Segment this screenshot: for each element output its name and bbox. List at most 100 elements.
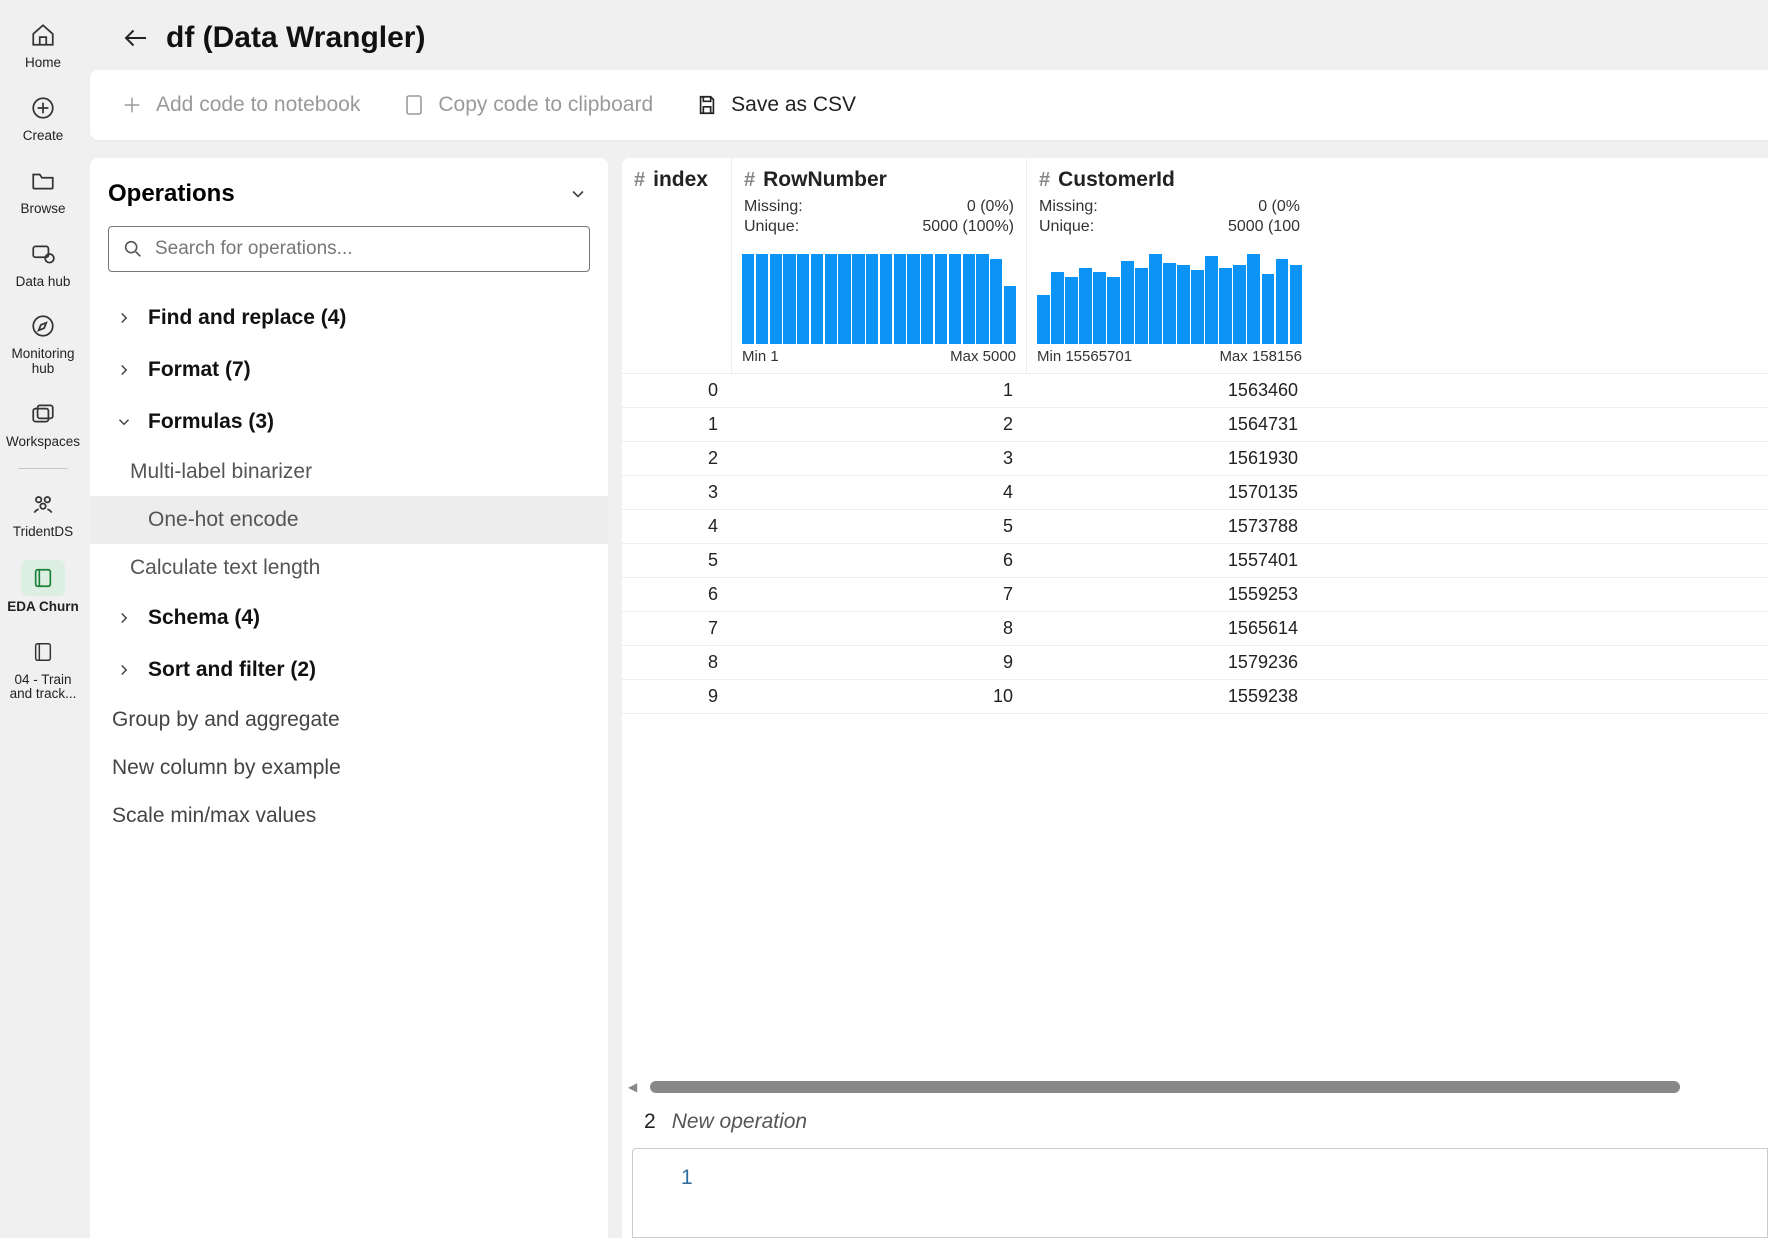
- nav-home[interactable]: Home: [4, 10, 82, 83]
- page-header: df (Data Wrangler): [86, 18, 1768, 70]
- scroll-left-icon[interactable]: ◀: [628, 1080, 642, 1094]
- table-row[interactable]: 561557401: [622, 544, 1768, 578]
- table-row[interactable]: 231561930: [622, 442, 1768, 476]
- table-row[interactable]: 671559253: [622, 578, 1768, 612]
- histogram-bar: [742, 254, 754, 344]
- hash-icon: #: [1039, 169, 1050, 192]
- rail-separator: [18, 468, 68, 469]
- histogram-bar: [811, 254, 823, 344]
- chevron-right-icon: [112, 358, 136, 382]
- people-icon: [4, 487, 82, 521]
- folder-icon: [4, 164, 82, 198]
- left-nav-rail: Home Create Browse Data hub Monitoring h…: [0, 0, 86, 1238]
- histogram-bar: [825, 254, 837, 344]
- chevron-down-icon[interactable]: [566, 182, 590, 206]
- nav-recent-train[interactable]: 04 - Train and track...: [4, 627, 82, 715]
- operations-search-input[interactable]: [108, 226, 590, 272]
- page-title: df (Data Wrangler): [166, 21, 425, 55]
- column-name-customerid[interactable]: CustomerId: [1058, 168, 1175, 192]
- save-csv-button[interactable]: Save as CSV: [695, 93, 856, 117]
- ops-category[interactable]: Formulas (3): [108, 396, 590, 448]
- histogram-bar: [797, 254, 809, 344]
- table-row[interactable]: 781565614: [622, 612, 1768, 646]
- ops-item[interactable]: Multi-label binarizer: [90, 448, 608, 496]
- table-row[interactable]: 9101559238: [622, 680, 1768, 714]
- ops-item[interactable]: New column by example: [108, 744, 590, 792]
- nav-monitoring-hub[interactable]: Monitoring hub: [4, 301, 82, 389]
- nav-create[interactable]: Create: [4, 83, 82, 156]
- hash-icon: #: [744, 169, 755, 192]
- chevron-right-icon: [112, 658, 136, 682]
- histogram-customerid: [1027, 244, 1312, 344]
- operations-panel: Operations Find and replace (4)Format (7…: [90, 158, 608, 1238]
- notebook-icon: [21, 560, 65, 596]
- table-row[interactable]: 011563460: [622, 374, 1768, 408]
- ops-item[interactable]: Calculate text length: [90, 544, 608, 592]
- histogram-bar: [1093, 272, 1106, 344]
- histogram-bar: [1177, 265, 1190, 344]
- histogram-bar: [976, 254, 988, 344]
- add-code-button[interactable]: Add code to notebook: [120, 93, 360, 117]
- histogram-bar: [770, 254, 782, 344]
- histogram-bar: [838, 254, 850, 344]
- new-operation-step: 2 New operation: [622, 1096, 1768, 1148]
- scroll-thumb[interactable]: [650, 1081, 1680, 1093]
- back-button[interactable]: [116, 18, 156, 58]
- histogram-bar: [1065, 277, 1078, 345]
- grid-body[interactable]: 0115634601215647312315619303415701354515…: [622, 374, 1768, 1078]
- histogram-bar: [852, 254, 864, 344]
- histogram-bar: [1262, 274, 1275, 344]
- plus-circle-icon: [4, 91, 82, 125]
- ops-item[interactable]: Scale min/max values: [108, 792, 590, 840]
- nav-data-hub[interactable]: Data hub: [4, 229, 82, 302]
- histogram-bar: [866, 254, 878, 344]
- ops-item[interactable]: One-hot encode: [90, 496, 608, 544]
- nav-workspaces[interactable]: Workspaces: [4, 389, 82, 462]
- histogram-bar: [1051, 272, 1064, 344]
- histogram-bar: [1290, 265, 1303, 344]
- histogram-bar: [1219, 268, 1232, 345]
- histogram-bar: [894, 254, 906, 344]
- toolbar: Add code to notebook Copy code to clipbo…: [90, 70, 1768, 140]
- column-name-rownumber[interactable]: RowNumber: [763, 168, 887, 192]
- histogram-bar: [949, 254, 961, 344]
- compass-icon: [4, 309, 82, 343]
- database-icon: [4, 237, 82, 271]
- table-row[interactable]: 121564731: [622, 408, 1768, 442]
- ops-category[interactable]: Schema (4): [108, 592, 590, 644]
- table-row[interactable]: 891579236: [622, 646, 1768, 680]
- nav-recent-eda-churn[interactable]: EDA Churn: [4, 552, 82, 627]
- ops-category[interactable]: Sort and filter (2): [108, 644, 590, 696]
- column-name-index[interactable]: index: [653, 168, 708, 192]
- histogram-bar: [963, 254, 975, 344]
- histogram-bar: [1163, 263, 1176, 344]
- ops-category[interactable]: Find and replace (4): [108, 292, 590, 344]
- histogram-bar: [935, 254, 947, 344]
- workspaces-icon: [4, 397, 82, 431]
- chevron-right-icon: [112, 306, 136, 330]
- histogram-bar: [1191, 270, 1204, 344]
- histogram-bar: [990, 259, 1002, 345]
- histogram-bar: [1037, 295, 1050, 345]
- grid-header: #index #RowNumber Missing:0 (0%) Unique:…: [622, 158, 1768, 374]
- operations-title: Operations: [108, 180, 235, 208]
- plus-icon: [120, 93, 144, 117]
- histogram-bar: [1276, 259, 1289, 345]
- histogram-bar: [756, 254, 768, 344]
- histogram-bar: [1079, 268, 1092, 345]
- copy-code-button[interactable]: Copy code to clipboard: [402, 93, 653, 117]
- ops-item[interactable]: Group by and aggregate: [108, 696, 590, 744]
- histogram-bar: [880, 254, 892, 344]
- table-row[interactable]: 341570135: [622, 476, 1768, 510]
- horizontal-scrollbar[interactable]: ◀: [622, 1078, 1768, 1096]
- code-editor[interactable]: 1: [632, 1148, 1768, 1238]
- histogram-bar: [1233, 265, 1246, 344]
- table-row[interactable]: 451573788: [622, 510, 1768, 544]
- search-icon: [122, 238, 144, 265]
- nav-browse[interactable]: Browse: [4, 156, 82, 229]
- save-icon: [695, 93, 719, 117]
- histogram-bar: [1004, 286, 1016, 345]
- histogram-bar: [783, 254, 795, 344]
- ops-category[interactable]: Format (7): [108, 344, 590, 396]
- nav-recent-tridentds[interactable]: TridentDS: [4, 479, 82, 552]
